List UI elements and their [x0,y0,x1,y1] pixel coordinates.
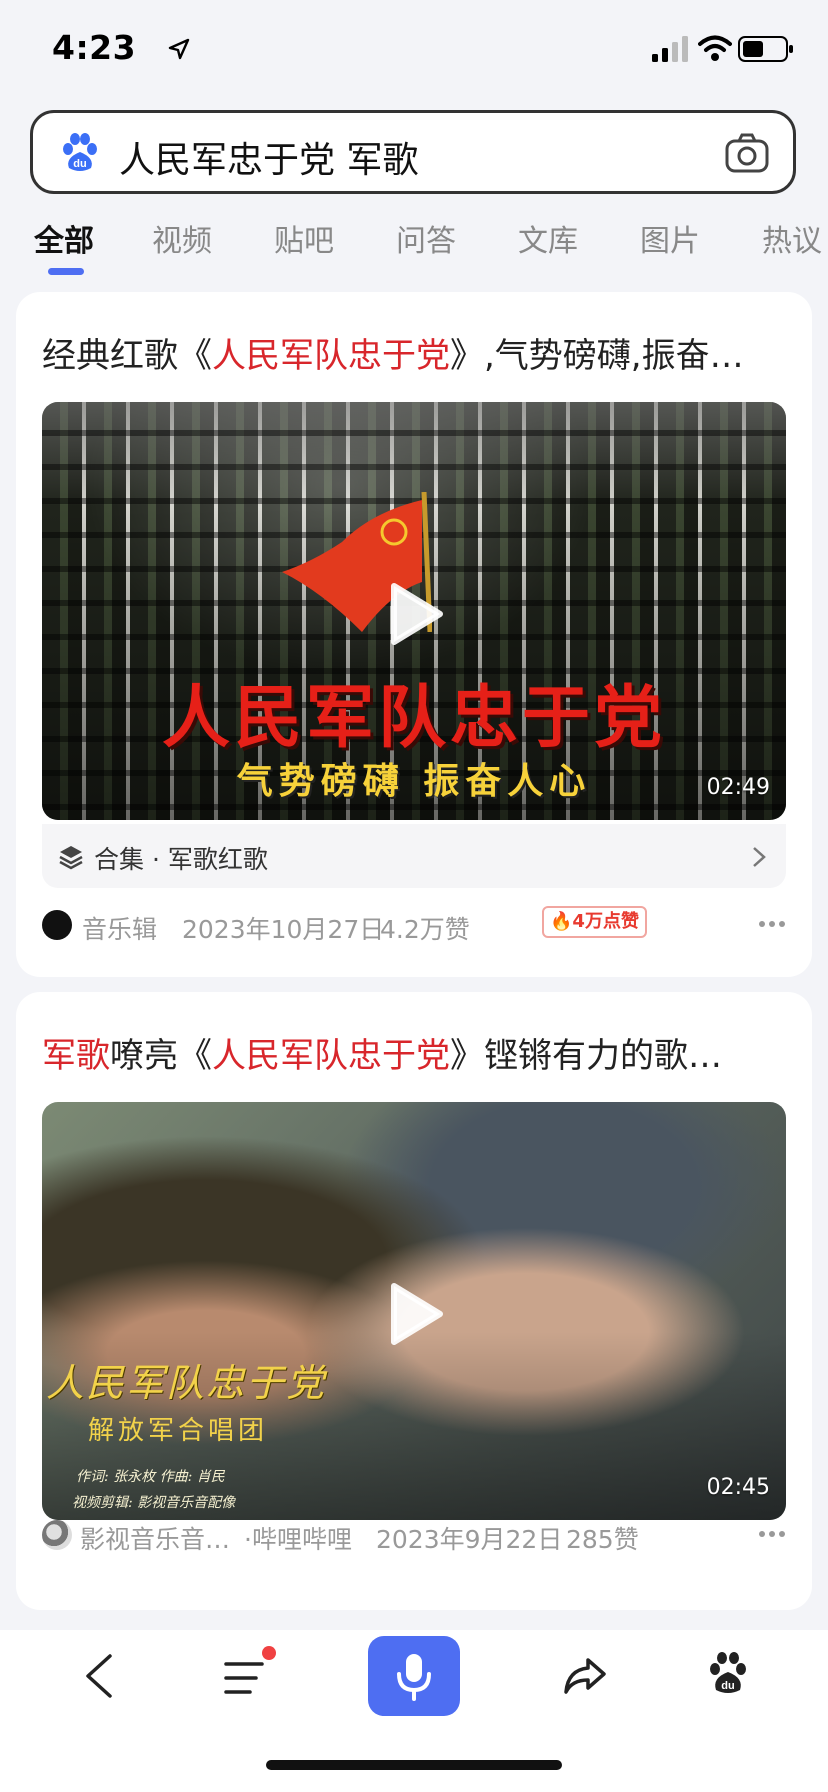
svg-text:du: du [73,158,86,170]
location-arrow-icon [168,38,190,60]
publish-date: 2023年9月22日 [376,1525,563,1554]
publish-date: 2023年10月27日 [182,915,385,944]
status-bar: 4:23 [0,0,828,100]
home-indicator [266,1760,562,1770]
chevron-right-icon [753,847,766,867]
thumbnail-credit-line: 作词: 张永枚 作曲: 肖民 [76,1469,225,1485]
play-icon[interactable] [388,582,444,646]
thumbnail-caption-main: 人民军队忠于党 [46,1361,327,1405]
share-icon[interactable] [562,1656,608,1696]
play-icon[interactable] [388,1282,444,1346]
signal-icon [652,36,688,62]
more-icon[interactable] [758,1530,786,1538]
tab-wenku[interactable]: 文库 [518,216,578,260]
result-meta: 音乐辑 2023年10月27日 4.2万赞 🔥4万点赞 [42,906,647,944]
source-avatar [42,1520,72,1550]
active-tab-indicator [48,268,84,275]
tab-video[interactable]: 视频 [152,216,212,260]
baidu-home-icon[interactable]: du [708,1652,748,1696]
video-thumbnail[interactable]: 人民军队忠于党 气势磅礴 振奋人心 02:49 [42,402,786,820]
video-result-card[interactable]: 军歌嘹亮《人民军队忠于党》铿锵有力的歌… 人民军队忠于党 解放军合唱团 作词: … [16,992,812,1610]
battery-icon [738,36,793,62]
source-name[interactable]: 影视音乐音… [80,1520,230,1556]
title-suffix: 》,气势磅礴,振奋… [450,336,744,376]
status-time: 4:23 [52,28,137,67]
tab-bar: 全部 视频 贴吧 问答 文库 图片 热议 [0,210,828,280]
notification-dot [262,1646,276,1660]
title-highlight: 人民军队忠于党 [212,336,450,376]
video-duration: 02:49 [706,775,770,800]
tab-qa[interactable]: 问答 [396,216,456,260]
platform-name: ·哔哩哔哩 [244,1525,352,1554]
video-result-card[interactable]: 经典红歌《人民军队忠于党》,气势磅礴,振奋… 人民军队忠于党 气势磅礴 振奋人心… [16,292,812,977]
thumbnail-caption-main: 人民军队忠于党 [161,679,666,758]
collection-link[interactable]: 合集 · 军歌红歌 [42,824,786,888]
result-title[interactable]: 经典红歌《人民军队忠于党》,气势磅礴,振奋… [42,328,792,377]
title-highlight: 军歌 [42,1036,110,1076]
result-meta: 影视音乐音… ·哔哩哔哩 2023年9月22日 285赞 [42,1520,742,1554]
tab-hot-discussion[interactable]: 热议 [762,216,822,260]
source-name[interactable]: 音乐辑 [82,910,157,946]
title-suffix: 》铿锵有力的歌… [450,1036,722,1076]
search-query[interactable]: 人民军忠于党 军歌 [119,131,418,183]
tab-images[interactable]: 图片 [640,216,700,260]
tab-all[interactable]: 全部 [34,216,94,260]
mic-icon [397,1654,431,1701]
flame-icon: 🔥 [550,911,573,932]
tiktok-icon [42,910,72,940]
collection-label: 合集 · 军歌红歌 [94,845,268,874]
title-highlight: 人民军队忠于党 [212,1036,450,1076]
stack-icon [59,846,83,870]
menu-icon[interactable] [222,1656,270,1700]
title-prefix: 经典红歌《 [42,336,212,376]
thumbnail-credit-line: 视频剪辑: 影视音乐音配像 [72,1495,236,1511]
tab-tieba[interactable]: 贴吧 [274,216,334,260]
video-thumbnail[interactable]: 人民军队忠于党 解放军合唱团 作词: 张永枚 作曲: 肖民 视频剪辑: 影视音乐… [42,1102,786,1520]
like-count: 4.2万赞 [380,915,470,944]
thumbnail-caption-sub: 解放军合唱团 [88,1416,269,1446]
svg-text:du: du [721,1680,734,1692]
hot-badge-label: 4万点赞 [572,911,639,932]
wifi-icon [698,35,732,61]
more-icon[interactable] [758,920,786,928]
search-input[interactable]: du 人民军忠于党 军歌 [30,110,796,194]
baidu-paw-icon: du [63,133,97,171]
like-count: 285赞 [566,1525,639,1554]
result-title[interactable]: 军歌嘹亮《人民军队忠于党》铿锵有力的歌… [42,1028,792,1077]
back-icon[interactable] [84,1654,114,1698]
video-duration: 02:45 [706,1475,770,1500]
hot-badge: 🔥4万点赞 [542,906,647,938]
camera-icon[interactable] [725,132,769,174]
thumbnail-caption-sub: 气势磅礴 振奋人心 [236,761,592,802]
title-middle: 嘹亮《 [110,1036,212,1076]
voice-search-button[interactable] [368,1636,460,1716]
